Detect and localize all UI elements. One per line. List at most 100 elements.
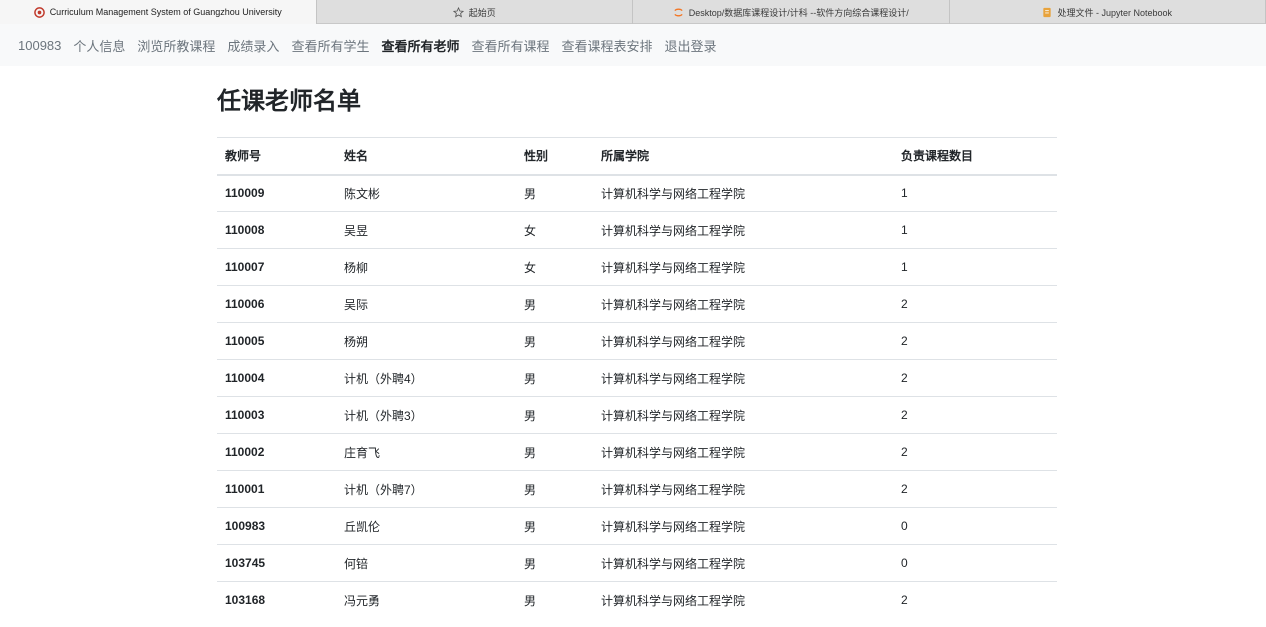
- browser-tab-curriculum-system[interactable]: Curriculum Management System of Guangzho…: [0, 0, 317, 24]
- teacher-id-cell: 110009: [217, 174, 336, 212]
- teacher-name-cell: 杨朔: [336, 322, 516, 360]
- course-count-cell: 2: [893, 433, 1057, 471]
- gender-cell: 男: [516, 396, 593, 434]
- table-row: 110002 庄育飞男计算机科学与网络工程学院 2: [217, 433, 1057, 471]
- navbar-brand-user-id[interactable]: 100983: [18, 38, 61, 53]
- table-row: 110008 吴昱女计算机科学与网络工程学院 1: [217, 211, 1057, 249]
- table-row: 110003 计机（外聘3）男计算机科学与网络工程学院 2: [217, 396, 1057, 434]
- gender-cell: 男: [516, 581, 593, 619]
- teacher-name-cell: 杨柳: [336, 248, 516, 286]
- teacher-id-cell: 110004: [217, 359, 336, 397]
- gender-cell: 男: [516, 507, 593, 545]
- department-cell: 计算机科学与网络工程学院: [593, 396, 893, 434]
- teacher-id-cell: 110007: [217, 248, 336, 286]
- gender-cell: 男: [516, 285, 593, 323]
- table-row: 103168 冯元勇男计算机科学与网络工程学院 2: [217, 581, 1057, 619]
- course-count-cell: 1: [893, 174, 1057, 212]
- gender-cell: 男: [516, 359, 593, 397]
- gender-cell: 男: [516, 433, 593, 471]
- teacher-name-cell: 冯元勇: [336, 581, 516, 619]
- gender-cell: 女: [516, 248, 593, 286]
- department-cell: 计算机科学与网络工程学院: [593, 433, 893, 471]
- teacher-id-cell: 110005: [217, 322, 336, 360]
- department-cell: 计算机科学与网络工程学院: [593, 322, 893, 360]
- gender-cell: 男: [516, 322, 593, 360]
- page-title: 任课老师名单: [217, 88, 361, 115]
- table-row: 110004 计机（外聘4）男计算机科学与网络工程学院 2: [217, 359, 1057, 397]
- nav-link-browse-courses[interactable]: 浏览所教课程: [137, 36, 215, 55]
- course-count-cell: 2: [893, 285, 1057, 323]
- department-cell: 计算机科学与网络工程学院: [593, 211, 893, 249]
- nav-link-timetable[interactable]: 查看课程表安排: [561, 36, 652, 55]
- gender-cell: 男: [516, 174, 593, 212]
- course-count-cell: 2: [893, 581, 1057, 619]
- nav-link-logout[interactable]: 退出登录: [665, 36, 717, 55]
- column-header-department: 所属学院: [593, 137, 893, 176]
- nav-link-grade-entry[interactable]: 成绩录入: [227, 36, 279, 55]
- column-header-name: 姓名: [336, 137, 516, 176]
- star-icon: [452, 6, 464, 18]
- gender-cell: 男: [516, 544, 593, 582]
- tab-title: Desktop/数据库课程设计/计科 --软件方向综合课程设计/: [688, 7, 909, 18]
- course-count-cell: 2: [893, 322, 1057, 360]
- teacher-table: 教师号 姓名 性别 所属学院 负责课程数目 110009 陈文彬男计算机科学与网络…: [217, 137, 1057, 619]
- gender-cell: 女: [516, 211, 593, 249]
- teacher-name-cell: 吴昱: [336, 211, 516, 249]
- teacher-id-cell: 110008: [217, 211, 336, 249]
- nav-link-all-courses[interactable]: 查看所有课程: [471, 36, 549, 55]
- department-cell: 计算机科学与网络工程学院: [593, 544, 893, 582]
- course-count-cell: 1: [893, 211, 1057, 249]
- teacher-id-cell: 110003: [217, 396, 336, 434]
- teacher-name-cell: 庄育飞: [336, 433, 516, 471]
- teacher-id-cell: 103745: [217, 544, 336, 582]
- nav-link-all-students[interactable]: 查看所有学生: [291, 36, 369, 55]
- table-row: 103745 何锫男计算机科学与网络工程学院 0: [217, 544, 1057, 582]
- course-count-cell: 0: [893, 544, 1057, 582]
- browser-tab-jupyter-dir[interactable]: Desktop/数据库课程设计/计科 --软件方向综合课程设计/: [633, 0, 950, 24]
- nav-link-personal-info[interactable]: 个人信息: [73, 36, 125, 55]
- teacher-name-cell: 丘凯伦: [336, 507, 516, 545]
- teacher-name-cell: 计机（外聘7）: [336, 470, 516, 508]
- teacher-table-body: 110009 陈文彬男计算机科学与网络工程学院 1 110008 吴昱女计算机科学与网络…: [217, 174, 1057, 619]
- teacher-name-cell: 计机（外聘3）: [336, 396, 516, 434]
- table-header-row: 教师号 姓名 性别 所属学院 负责课程数目: [217, 137, 1057, 176]
- course-count-cell: 2: [893, 396, 1057, 434]
- department-cell: 计算机科学与网络工程学院: [593, 470, 893, 508]
- table-row: 100983 丘凯伦男计算机科学与网络工程学院 0: [217, 507, 1057, 545]
- teacher-name-cell: 计机（外聘4）: [336, 359, 516, 397]
- main-content: 任课老师名单 教师号 姓名 性别 所属学院 负责课程数目 110009 陈文彬男计…: [217, 66, 1057, 619]
- jupyter-icon: [673, 7, 684, 18]
- teacher-id-cell: 110002: [217, 433, 336, 471]
- tab-title: Curriculum Management System of Guangzho…: [49, 7, 282, 17]
- department-cell: 计算机科学与网络工程学院: [593, 581, 893, 619]
- tab-title: 处理文件 - Jupyter Notebook: [1057, 7, 1173, 18]
- teacher-name-cell: 陈文彬: [336, 174, 516, 212]
- teacher-id-cell: 110006: [217, 285, 336, 323]
- column-header-teacher-id: 教师号: [217, 137, 336, 176]
- browser-tab-start-page[interactable]: 起始页: [317, 0, 633, 24]
- table-row: 110006 吴际男计算机科学与网络工程学院 2: [217, 285, 1057, 323]
- teacher-id-cell: 100983: [217, 507, 336, 545]
- notebook-icon: [1042, 7, 1052, 18]
- tab-title: 起始页: [468, 7, 496, 18]
- column-header-course-count: 负责课程数目: [893, 137, 1057, 176]
- department-cell: 计算机科学与网络工程学院: [593, 507, 893, 545]
- university-logo-icon: [33, 6, 45, 18]
- nav-link-all-teachers[interactable]: 查看所有老师: [381, 36, 459, 55]
- course-count-cell: 1: [893, 248, 1057, 286]
- teacher-id-cell: 110001: [217, 470, 336, 508]
- course-count-cell: 2: [893, 470, 1057, 508]
- browser-tab-bar: Curriculum Management System of Guangzho…: [0, 0, 1266, 24]
- teacher-id-cell: 103168: [217, 581, 336, 619]
- browser-tab-jupyter-notebook[interactable]: 处理文件 - Jupyter Notebook: [950, 0, 1266, 24]
- teacher-name-cell: 吴际: [336, 285, 516, 323]
- department-cell: 计算机科学与网络工程学院: [593, 285, 893, 323]
- teacher-name-cell: 何锫: [336, 544, 516, 582]
- table-row: 110007 杨柳女计算机科学与网络工程学院 1: [217, 248, 1057, 286]
- department-cell: 计算机科学与网络工程学院: [593, 359, 893, 397]
- gender-cell: 男: [516, 470, 593, 508]
- column-header-gender: 性别: [516, 137, 593, 176]
- table-row: 110005 杨朔男计算机科学与网络工程学院 2: [217, 322, 1057, 360]
- department-cell: 计算机科学与网络工程学院: [593, 248, 893, 286]
- department-cell: 计算机科学与网络工程学院: [593, 174, 893, 212]
